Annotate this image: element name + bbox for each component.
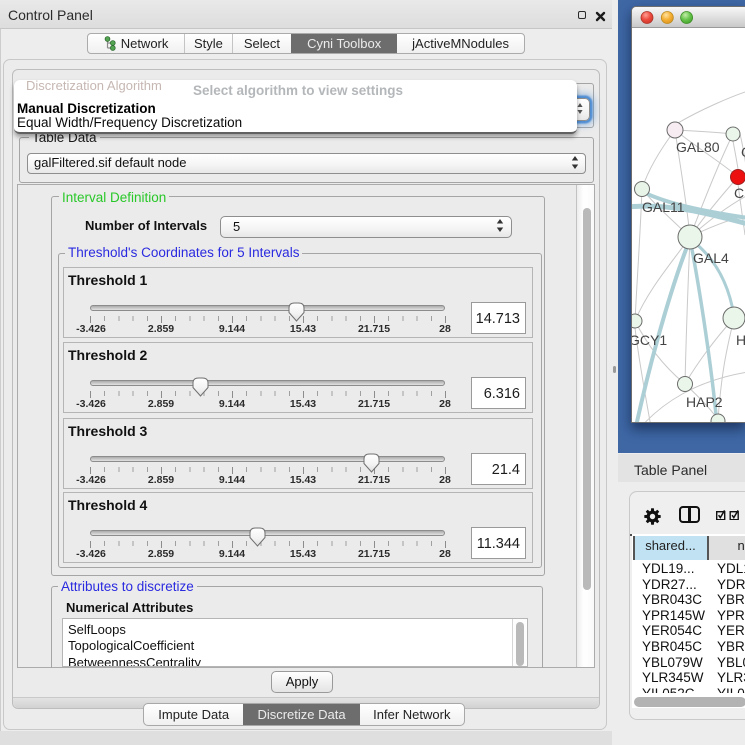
- svg-text:HAP2: HAP2: [686, 394, 723, 410]
- svg-text:HA: HA: [736, 332, 745, 348]
- svg-text:GCY1: GCY1: [632, 332, 667, 348]
- svg-text:C: C: [734, 185, 744, 201]
- svg-text:G.: G.: [741, 144, 745, 160]
- svg-text:GAL11: GAL11: [642, 199, 685, 215]
- svg-text:GAL80: GAL80: [676, 139, 720, 155]
- svg-text:GAL4: GAL4: [693, 250, 729, 266]
